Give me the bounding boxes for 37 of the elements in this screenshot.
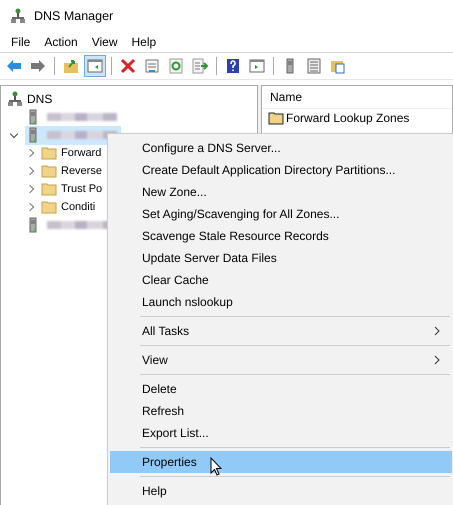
tree-item[interactable]: Forward bbox=[61, 147, 102, 159]
menu-item[interactable]: Refresh bbox=[110, 400, 452, 422]
dns-icon bbox=[7, 91, 23, 107]
menu-item[interactable]: All Tasks bbox=[110, 320, 452, 342]
tree-pane-icon[interactable] bbox=[84, 55, 106, 77]
menu-item[interactable]: Help bbox=[124, 35, 164, 49]
folder-icon bbox=[41, 181, 57, 197]
blurred-name-icon bbox=[47, 112, 117, 122]
folder-icon bbox=[268, 110, 284, 126]
menu-item[interactable]: View bbox=[84, 35, 124, 49]
tree-item[interactable]: Trust Po bbox=[61, 183, 102, 195]
folder-icon bbox=[41, 199, 57, 215]
folder-icon bbox=[41, 163, 57, 179]
tree-item[interactable]: Conditi bbox=[61, 201, 96, 213]
list-item[interactable]: Forward Lookup Zones bbox=[286, 111, 410, 125]
menu-item[interactable]: Help bbox=[110, 480, 452, 502]
cursor-icon bbox=[210, 457, 222, 476]
menu-item[interactable]: Set Aging/Scavenging for All Zones... bbox=[110, 203, 452, 225]
menu-item[interactable]: Update Server Data Files bbox=[110, 247, 452, 269]
column-header[interactable]: Name bbox=[270, 90, 302, 104]
tree-item[interactable]: Reverse bbox=[61, 165, 102, 177]
menu-item[interactable]: File bbox=[4, 35, 38, 49]
menu-item[interactable]: New Zone... bbox=[110, 181, 452, 203]
menu-item[interactable]: Scavenge Stale Resource Records bbox=[110, 225, 452, 247]
menu-item[interactable]: Properties bbox=[110, 451, 452, 473]
menu-item[interactable]: Launch nslookup bbox=[110, 291, 452, 313]
menu-item[interactable]: Create Default Application Directory Partitions... bbox=[110, 159, 452, 181]
tree-item[interactable]: DNS bbox=[27, 92, 52, 106]
menu-item[interactable]: Delete bbox=[110, 378, 452, 400]
menu-item[interactable]: Action bbox=[37, 35, 85, 49]
window-title: DNS Manager bbox=[34, 9, 114, 23]
menu-item[interactable]: Configure a DNS Server... bbox=[110, 137, 452, 159]
menu-item[interactable]: Export List... bbox=[110, 422, 452, 444]
menu-item[interactable]: Clear Cache bbox=[110, 269, 452, 291]
selected-tree-item[interactable] bbox=[25, 126, 121, 144]
menu-item[interactable]: View bbox=[110, 349, 452, 371]
dns-icon bbox=[10, 8, 26, 24]
